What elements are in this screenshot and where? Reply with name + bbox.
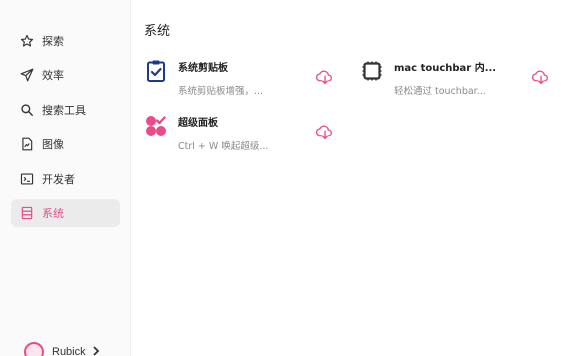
avatar [24, 342, 44, 356]
plugin-card[interactable]: 系统剪贴板 系统剪贴板增强，... [144, 57, 344, 99]
plugin-description: 轻松通过 touchbar... [394, 86, 486, 97]
sidebar-item-label: 效率 [42, 69, 64, 82]
sidebar-item-label: 探索 [42, 35, 64, 48]
cloud-download-icon[interactable] [315, 69, 334, 85]
search-icon [20, 103, 34, 117]
sidebar-item-developer[interactable]: 开发者 [11, 165, 120, 193]
chevron-right-icon [92, 345, 100, 356]
sidebar-item-system[interactable]: 系统 [11, 199, 120, 227]
sidebar-item-efficiency[interactable]: 效率 [11, 61, 120, 89]
sidebar-item-label: 搜索工具 [42, 104, 86, 117]
user-profile[interactable]: Rubick [24, 342, 100, 356]
sidebar-item-search-tools[interactable]: 搜索工具 [11, 96, 120, 124]
sidebar-item-explore[interactable]: 探索 [11, 27, 120, 55]
main-content: 系统 系统剪贴板 系统剪贴板增强，... mac touchbar 内... 轻… [131, 0, 576, 356]
sidebar-item-label: 系统 [42, 207, 64, 220]
image-file-icon [20, 137, 34, 151]
sidebar-item-label: 开发者 [42, 173, 75, 186]
clipboard-check-icon [144, 59, 168, 83]
cloud-download-icon[interactable] [531, 69, 550, 85]
plugin-name: mac touchbar 内... [394, 63, 497, 74]
page-title: 系统 [144, 24, 171, 39]
list-box-icon [20, 206, 34, 220]
sidebar: 探索 效率 搜索工具 图像 开发者 系统 Rubick [0, 0, 131, 356]
plugin-card[interactable]: mac touchbar 内... 轻松通过 touchbar... [360, 57, 560, 99]
super-panel-icon [144, 114, 168, 138]
chip-icon [360, 59, 384, 83]
terminal-icon [20, 172, 34, 186]
sidebar-item-label: 图像 [42, 138, 64, 151]
user-name: Rubick [52, 346, 86, 356]
star-icon [20, 34, 34, 48]
plugin-name: 超级面板 [178, 118, 218, 129]
send-icon [20, 68, 34, 82]
sidebar-item-image[interactable]: 图像 [11, 130, 120, 158]
plugin-description: 系统剪贴板增强，... [178, 86, 264, 97]
plugin-name: 系统剪贴板 [178, 63, 228, 74]
plugin-description: Ctrl + W 唤起超级... [178, 141, 269, 152]
cloud-download-icon[interactable] [315, 124, 334, 140]
plugin-card[interactable]: 超级面板 Ctrl + W 唤起超级... [144, 112, 344, 154]
